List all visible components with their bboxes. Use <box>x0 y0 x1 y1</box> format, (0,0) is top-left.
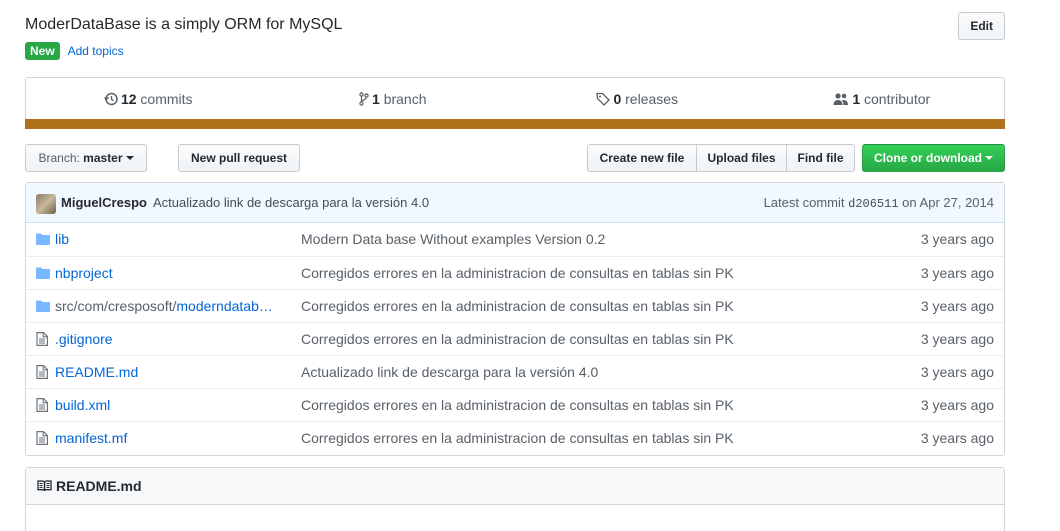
commit-author-link[interactable]: MiguelCrespo <box>61 195 147 210</box>
branch-prefix: Branch: <box>38 151 80 165</box>
file-commit-message-link[interactable]: Corregidos errores en la administracion … <box>301 298 734 314</box>
folder-icon <box>36 266 50 282</box>
readme-header: README.md <box>26 468 1004 505</box>
commit-date: Apr 27, 2014 <box>919 195 994 210</box>
file-commit-message-link[interactable]: Corregidos errores en la administracion … <box>301 430 734 446</box>
file-row: build.xml Corregidos errores en la admini… <box>26 388 1004 421</box>
create-new-file-button[interactable]: Create new file <box>587 144 697 172</box>
history-icon <box>103 92 118 106</box>
file-name-link[interactable]: README.md <box>55 364 293 380</box>
file-name: build.xml <box>55 397 111 413</box>
latest-commit-info: Latest commit d206511 on Apr 27, 2014 <box>764 195 994 211</box>
file-name: nbproject <box>55 265 113 281</box>
commits-count: 12 <box>120 91 137 107</box>
people-icon <box>833 93 849 105</box>
add-topics-link[interactable]: Add topics <box>68 44 124 58</box>
file-name: .gitignore <box>55 331 113 347</box>
file-name-link[interactable]: manifest.mf <box>55 430 293 446</box>
file-row: nbproject Corregidos errores en la admini… <box>26 256 1004 289</box>
chevron-down-icon <box>125 156 134 160</box>
commits-label: commits <box>140 91 193 107</box>
latest-commit-label: Latest commit <box>763 195 845 210</box>
file-age: 3 years ago <box>920 331 994 347</box>
file-path-prefix: src/com/cresposoft/ <box>55 298 177 314</box>
file-actions-group: Create new file Upload files Find file <box>587 144 879 172</box>
file-commit-message-link[interactable]: Corregidos errores en la administracion … <box>301 331 734 347</box>
file-commit-message-link[interactable]: Corregidos errores en la administracion … <box>301 265 734 281</box>
file-row: src/com/cresposoft/moderndatab… Corregido… <box>26 289 1004 322</box>
file-list: MiguelCrespo Actualizado link de descarg… <box>25 182 1005 456</box>
file-commit-message-link[interactable]: Modern Data base Without examples Versio… <box>301 231 605 247</box>
file-navigation-toolbar: Branch: master New pull request Create n… <box>25 144 1005 172</box>
clone-or-download-button[interactable]: Clone or download <box>862 144 1005 172</box>
file-name-link[interactable]: .gitignore <box>55 331 293 347</box>
branches-label: branch <box>383 91 427 107</box>
file-icon <box>36 365 48 382</box>
topics-row: New Add topics <box>25 42 124 61</box>
book-icon <box>37 480 52 492</box>
file-name-link[interactable]: src/com/cresposoft/moderndatab… <box>55 298 293 314</box>
language-bar[interactable] <box>25 119 1005 129</box>
commit-date-prefix: on <box>902 195 917 210</box>
avatar[interactable] <box>36 194 56 214</box>
file-age: 3 years ago <box>920 298 994 314</box>
clone-label: Clone or download <box>874 151 982 165</box>
file-age: 3 years ago <box>920 364 994 380</box>
file-name: manifest.mf <box>55 430 128 446</box>
branches-count: 1 <box>372 91 380 107</box>
file-icon <box>36 332 48 349</box>
contributors-label: contributor <box>864 91 931 107</box>
branch-name: master <box>83 151 123 165</box>
file-icon <box>36 431 48 448</box>
contributors-count: 1 <box>852 91 861 107</box>
folder-icon <box>36 232 50 248</box>
file-row: lib Modern Data base Without examples Ver… <box>26 223 1004 256</box>
file-icon <box>36 398 48 415</box>
new-badge: New <box>25 42 60 61</box>
file-age: 3 years ago <box>920 265 994 281</box>
latest-commit-bar: MiguelCrespo Actualizado link de descarg… <box>26 183 1004 223</box>
releases-label: releases <box>625 91 679 107</box>
readme-title[interactable]: README.md <box>56 478 142 494</box>
file-name-link[interactable]: nbproject <box>55 265 293 281</box>
file-age: 3 years ago <box>920 231 994 247</box>
folder-icon <box>36 299 50 315</box>
file-name: lib <box>55 231 70 247</box>
file-name-link[interactable]: build.xml <box>55 397 293 413</box>
upload-files-button[interactable]: Upload files <box>696 144 787 172</box>
file-row: manifest.mf Corregidos errores en la admi… <box>26 421 1004 454</box>
repo-summary: 12 commits 1 branch 0 releases 1 contrib… <box>25 77 1005 129</box>
file-row: .gitignore Corregidos errores en la admin… <box>26 322 1004 355</box>
file-commit-message-link[interactable]: Corregidos errores en la administracion … <box>301 397 734 413</box>
file-name-link[interactable]: lib <box>55 231 293 247</box>
file-row: README.md Actualizado link de descarga pa… <box>26 355 1004 388</box>
chevron-down-icon <box>985 156 993 160</box>
tag-icon <box>596 92 611 106</box>
commit-sha-link[interactable]: d206511 <box>848 197 898 211</box>
find-file-button[interactable]: Find file <box>786 144 855 172</box>
repo-description: ModerDataBase is a simply ORM for MySQL <box>25 16 343 33</box>
file-age: 3 years ago <box>920 397 994 413</box>
file-age: 3 years ago <box>920 430 994 446</box>
releases-count: 0 <box>613 91 622 107</box>
edit-description-button[interactable]: Edit <box>958 12 1005 40</box>
new-pull-request-button[interactable]: New pull request <box>178 144 300 172</box>
readme-box: README.md <box>25 467 1005 531</box>
branch-select-button[interactable]: Branch: master <box>25 144 147 172</box>
repo-description-row: ModerDataBase is a simply ORM for MySQL … <box>25 12 1005 55</box>
file-name: moderndatab… <box>176 298 273 314</box>
file-commit-message-link[interactable]: Actualizado link de descarga para la ver… <box>301 364 598 380</box>
file-name: README.md <box>55 364 139 380</box>
branch-icon <box>359 92 369 106</box>
commit-message-link[interactable]: Actualizado link de descarga para la ver… <box>153 195 429 210</box>
